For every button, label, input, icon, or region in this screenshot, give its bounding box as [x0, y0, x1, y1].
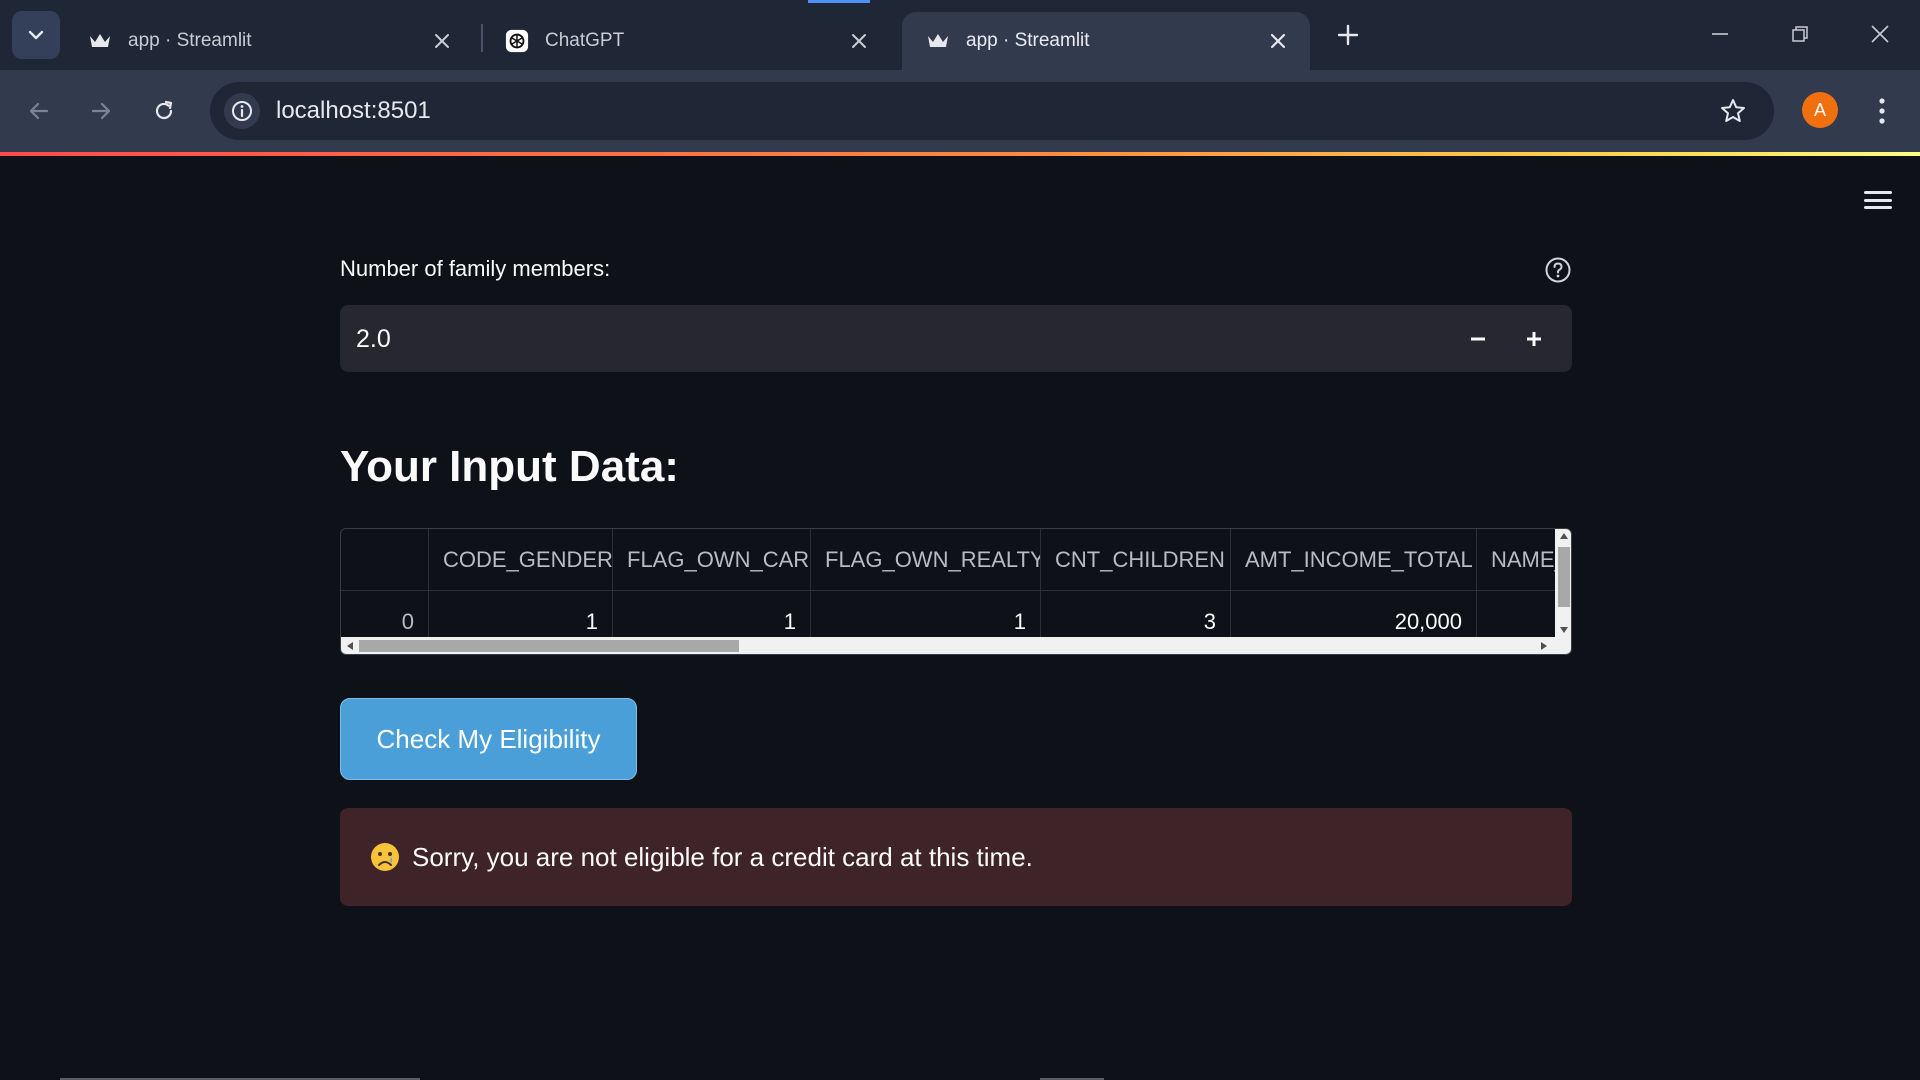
forward-button[interactable] [80, 90, 122, 132]
browser-menu-button[interactable] [1866, 92, 1898, 130]
vertical-scrollbar[interactable] [1555, 529, 1571, 637]
row-index: 0 [341, 591, 429, 637]
table-row: 0 1 1 1 3 20,000 [341, 591, 1555, 637]
tab-activity-indicator [808, 0, 870, 3]
scrollbar-thumb[interactable] [1558, 547, 1570, 607]
table-cell[interactable]: 1 [613, 591, 811, 637]
window-close-button[interactable] [1860, 16, 1900, 52]
chatgpt-icon [505, 29, 529, 53]
table-grid: CODE_GENDER FLAG_OWN_CAR FLAG_OWN_REALTY… [341, 529, 1555, 637]
reload-button[interactable] [143, 90, 185, 132]
streamlit-app: Number of family members: 2.0 Your Input… [0, 156, 1920, 1080]
reload-icon [155, 100, 173, 120]
arrow-left-icon [29, 102, 49, 120]
scroll-left-arrow-icon[interactable] [347, 642, 353, 650]
column-header[interactable]: FLAG_OWN_REALTY [811, 529, 1041, 591]
tab-title: ChatGPT [545, 30, 625, 51]
column-header[interactable]: NAME_ [1477, 529, 1555, 591]
tab-search-button[interactable] [12, 11, 60, 59]
eligibility-message: Sorry, you are not eligible for a credit… [412, 841, 1033, 872]
increment-button[interactable] [1512, 317, 1556, 361]
tab-title: app · Streamlit [128, 30, 252, 51]
family-members-value[interactable]: 2.0 [356, 325, 391, 354]
plus-icon [1527, 332, 1541, 346]
site-info-icon[interactable] [224, 93, 260, 129]
back-button[interactable] [18, 90, 60, 132]
table-header-row: CODE_GENDER FLAG_OWN_CAR FLAG_OWN_REALTY… [341, 529, 1555, 591]
browser-tab-strip: app · Streamlit ChatGPT app · Streamlit [0, 0, 1920, 70]
hamburger-icon [1864, 198, 1892, 202]
streamlit-crown-icon [88, 29, 112, 53]
tab-app-streamlit-1[interactable]: app · Streamlit [64, 12, 474, 70]
new-tab-button[interactable] [1330, 17, 1366, 53]
horizontal-scrollbar[interactable] [341, 637, 1571, 654]
table-cell[interactable]: 20,000 [1231, 591, 1477, 637]
table-cell[interactable]: 1 [429, 591, 613, 637]
minimize-button[interactable] [1700, 16, 1740, 52]
tab-app-streamlit-2[interactable]: app · Streamlit [902, 12, 1310, 70]
family-members-label: Number of family members: [340, 256, 611, 281]
hamburger-icon [1864, 191, 1892, 194]
restore-button[interactable] [1780, 16, 1820, 52]
chevron-down-icon [28, 30, 44, 40]
tab-title: app · Streamlit [966, 30, 1090, 51]
address-url[interactable]: localhost:8501 [276, 97, 431, 125]
scrollbar-thumb[interactable] [359, 640, 739, 652]
help-icon[interactable] [1544, 256, 1572, 284]
tab-chatgpt[interactable]: ChatGPT [481, 12, 891, 70]
column-header-index [341, 529, 429, 591]
family-members-input[interactable]: 2.0 [340, 305, 1572, 372]
more-vertical-icon [1879, 98, 1885, 124]
arrow-right-icon [91, 102, 111, 120]
hamburger-icon [1864, 206, 1892, 209]
check-eligibility-button[interactable]: Check My Eligibility [340, 698, 637, 780]
input-data-table[interactable]: CODE_GENDER FLAG_OWN_CAR FLAG_OWN_REALTY… [340, 528, 1572, 655]
plus-icon [1337, 24, 1359, 46]
close-icon[interactable] [428, 27, 456, 55]
table-cell[interactable]: 1 [811, 591, 1041, 637]
crying-face-icon [370, 842, 400, 872]
profile-avatar[interactable]: A [1802, 92, 1838, 128]
column-header[interactable]: AMT_INCOME_TOTAL [1231, 529, 1477, 591]
scroll-down-arrow-icon[interactable] [1560, 627, 1568, 633]
browser-toolbar: localhost:8501 A [0, 70, 1920, 152]
minus-icon [1471, 337, 1485, 341]
streamlit-crown-icon [926, 29, 950, 53]
column-header[interactable]: FLAG_OWN_CAR [613, 529, 811, 591]
bookmark-star-icon[interactable] [1718, 96, 1748, 126]
close-icon [1871, 25, 1889, 43]
column-header[interactable]: CODE_GENDER [429, 529, 613, 591]
table-cell[interactable]: 3 [1041, 591, 1231, 637]
address-bar[interactable]: localhost:8501 [210, 82, 1774, 140]
restore-icon [1792, 26, 1808, 42]
scroll-right-arrow-icon[interactable] [1541, 642, 1547, 650]
input-data-heading: Your Input Data: [340, 442, 679, 491]
minimize-icon [1712, 33, 1728, 35]
table-cell[interactable] [1477, 591, 1555, 637]
column-header[interactable]: CNT_CHILDREN [1041, 529, 1231, 591]
close-icon[interactable] [1264, 27, 1292, 55]
scroll-up-arrow-icon[interactable] [1560, 533, 1568, 539]
main-menu-button[interactable] [1862, 186, 1894, 214]
eligibility-error-alert: Sorry, you are not eligible for a credit… [340, 808, 1572, 906]
decrement-button[interactable] [1456, 317, 1500, 361]
close-icon[interactable] [845, 27, 873, 55]
